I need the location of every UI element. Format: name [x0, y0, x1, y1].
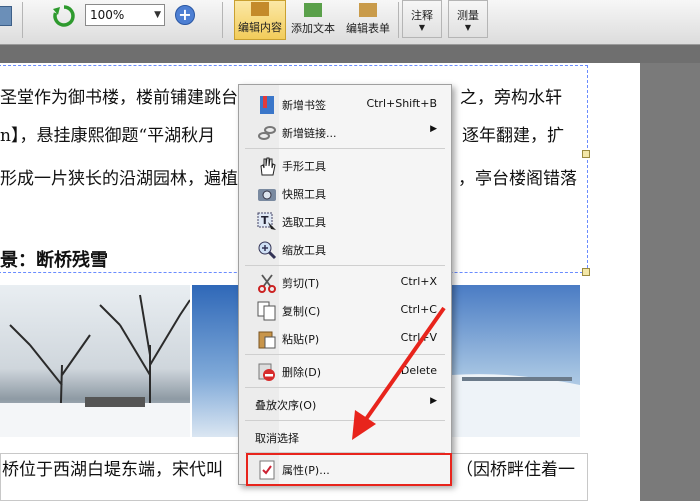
annotation-arrow: [352, 306, 446, 440]
